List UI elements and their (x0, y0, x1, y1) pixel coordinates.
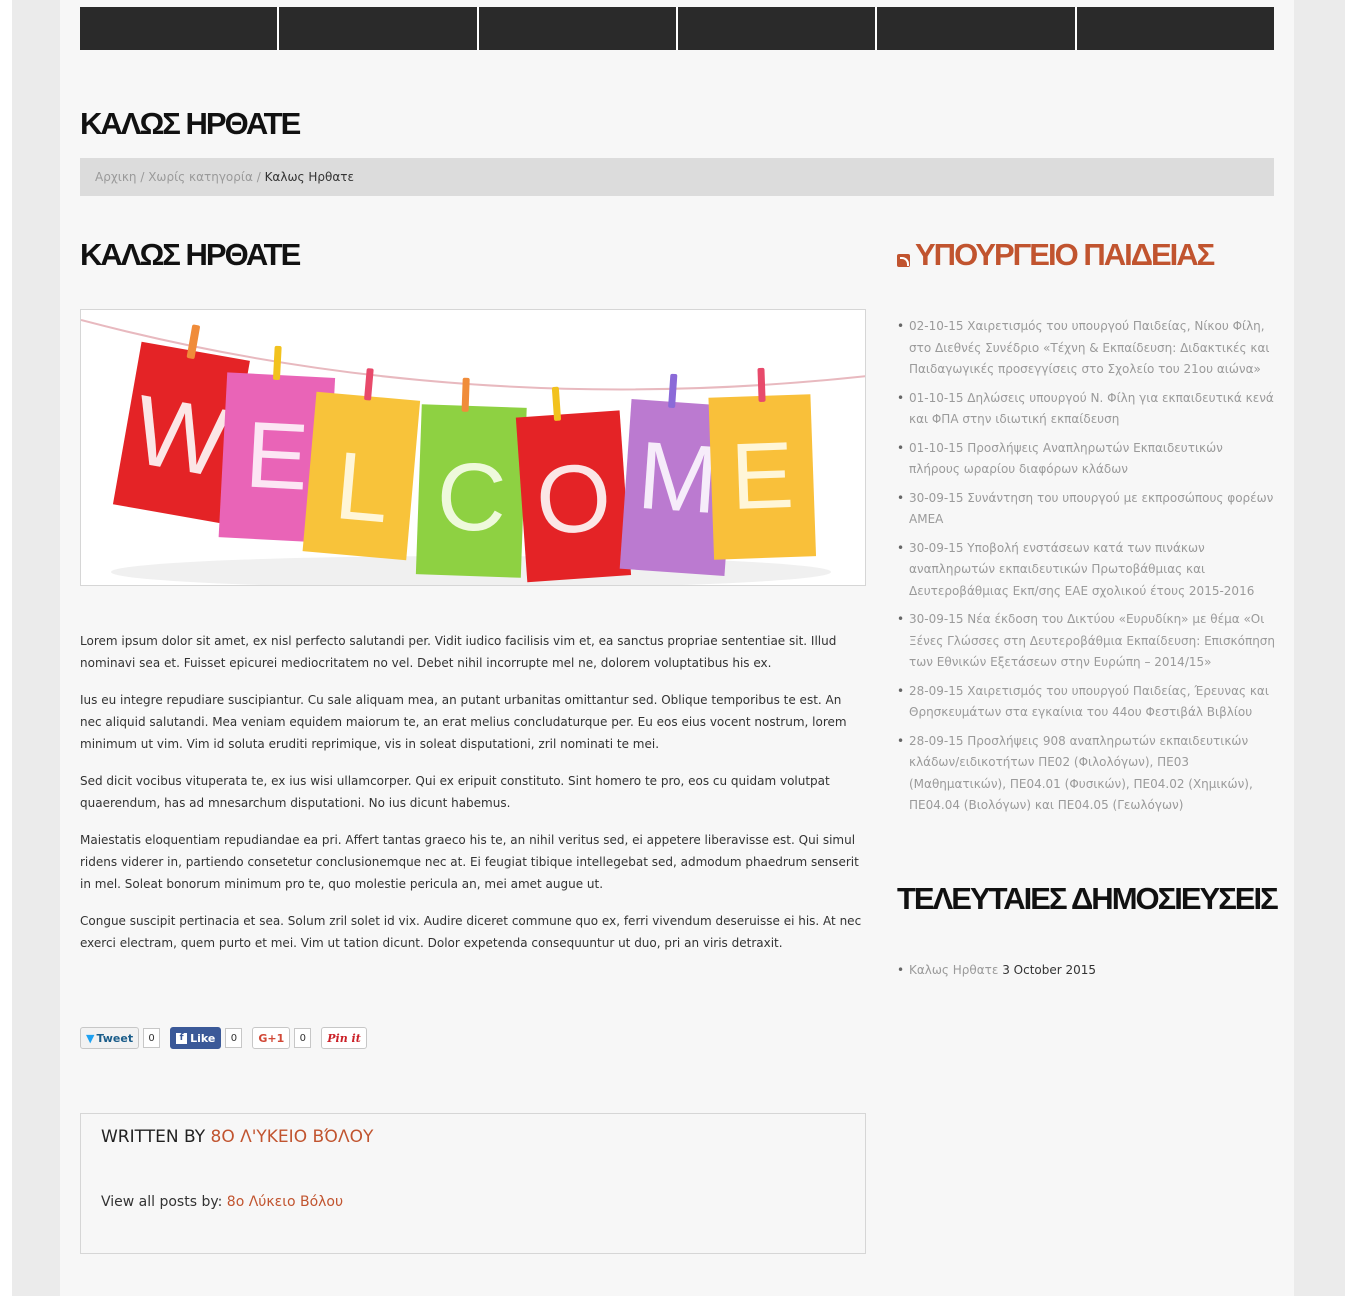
banner-letter-m: M (635, 422, 722, 534)
post-title: ΚΑΛΩΣ ΗΡΘΑΤΕ (80, 237, 301, 272)
post-paragraph: Sed dicit vocibus vituperata te, ex ius … (80, 774, 830, 810)
twitter-icon: ▼ (86, 1031, 95, 1045)
like-count: 0 (225, 1028, 243, 1048)
author-name-link[interactable]: 8Ο Λ'ΥΚΕΙΟ ΒΌΛΟΥ (211, 1127, 374, 1147)
google-plus-button[interactable]: G+1 (252, 1027, 291, 1049)
banner-letter-l: L (331, 432, 394, 543)
like-label: Like (190, 1031, 216, 1045)
post-paragraph: Maiestatis eloquentiam repudiandae ea pr… (80, 833, 859, 891)
gplus-label: G+1 (258, 1031, 285, 1045)
author-heading: WRITTEN BY 8Ο Λ'ΥΚΕΙΟ ΒΌΛΟΥ (101, 1127, 373, 1147)
tweet-count: 0 (143, 1028, 161, 1048)
banner-letter-o: O (533, 443, 615, 555)
feed-item[interactable]: 30-09-15 Συνάντηση του υπουργού με εκπρο… (897, 488, 1277, 531)
nav-item-1[interactable] (80, 7, 280, 50)
nav-item-6[interactable] (1076, 7, 1274, 50)
feed-item[interactable]: 02-10-15 Χαιρετισμός του υπουργού Παιδεί… (897, 316, 1277, 381)
recent-post-item: Καλως Ηρθατε 3 October 2015 (897, 960, 1096, 980)
tweet-label: Tweet (96, 1031, 134, 1045)
recent-posts-title: ΤΕΛΕΥΤΑΙΕΣ ΔΗΜΟΣΙΕΥΣΕΙΣ (897, 881, 1279, 916)
welcome-banner-image: W E L C O M E (81, 310, 865, 585)
nav-item-5[interactable] (877, 7, 1077, 50)
feed-item[interactable]: 01-10-15 Προσλήψεις Αναπληρωτών Εκπαιδευ… (897, 438, 1277, 481)
breadcrumb-current: Καλως Ηρθατε (264, 170, 354, 184)
feed-item[interactable]: 28-09-15 Χαιρετισμός του υπουργού Παιδεί… (897, 681, 1277, 724)
view-all-label: View all posts by: (101, 1194, 223, 1210)
author-box: WRITTEN BY 8Ο Λ'ΥΚΕΙΟ ΒΌΛΟΥ View all pos… (80, 1113, 866, 1254)
breadcrumb-home-link[interactable]: Αρχικη (95, 170, 137, 184)
feed-item[interactable]: 30-09-15 Υποβολή ενστάσεων κατά των πινά… (897, 538, 1277, 603)
post-paragraph: Ius eu integre repudiare suscipiantur. C… (80, 693, 847, 751)
main-navigation (80, 7, 1274, 50)
banner-letter-w: W (126, 374, 237, 498)
facebook-like-button[interactable]: f Like (170, 1027, 222, 1049)
post-content: Lorem ipsum dolor sit amet, ex nisl perf… (80, 630, 866, 969)
rss-icon[interactable] (897, 253, 910, 267)
banner-letter-e1: E (243, 401, 311, 509)
pin-label: Pin it (327, 1031, 361, 1045)
nav-item-2[interactable] (279, 7, 479, 50)
nav-item-4[interactable] (677, 7, 878, 50)
breadcrumb-category-link[interactable]: Χωρίς κατηγορία (148, 170, 253, 184)
ministry-feed-list: 02-10-15 Χαιρετισμός του υπουργού Παιδεί… (897, 316, 1277, 824)
page-title: ΚΑΛΩΣ ΗΡΘΑΤΕ (80, 106, 301, 141)
feed-item[interactable]: 01-10-15 Δηλώσεις υπουργού Ν. Φίλη για ε… (897, 388, 1277, 431)
pinterest-button[interactable]: Pin it (321, 1027, 367, 1049)
recent-posts-list: Καλως Ηρθατε 3 October 2015 (897, 960, 1096, 980)
facebook-icon: f (176, 1032, 188, 1044)
featured-image: W E L C O M E (80, 309, 866, 586)
share-buttons: ▼ Tweet 0 f Like 0 G+1 0 Pin it (80, 1027, 367, 1049)
feed-item[interactable]: 30-09-15 Νέα έκδοση του Δικτύου «Ευρυδίκ… (897, 609, 1277, 674)
written-by-label: WRITTEN BY (101, 1127, 206, 1147)
view-all-posts: View all posts by: 8ο Λύκειο Βόλου (101, 1194, 343, 1210)
post-paragraph: Lorem ipsum dolor sit amet, ex nisl perf… (80, 634, 837, 670)
tweet-button[interactable]: ▼ Tweet (80, 1027, 140, 1049)
post-paragraph: Congue suscipit pertinacia et sea. Solum… (80, 914, 862, 950)
recent-post-link[interactable]: Καλως Ηρθατε (909, 963, 998, 977)
banner-letter-c: C (435, 443, 508, 552)
recent-post-date: 3 October 2015 (1002, 963, 1097, 977)
breadcrumb: Αρχικη / Χωρίς κατηγορία / Καλως Ηρθατε (80, 158, 1274, 196)
ministry-feed-title: ΥΠΟΥΡΓΕΙΟ ΠΑΙΔΕΙΑΣ (897, 237, 1215, 273)
breadcrumb-separator: / (256, 170, 261, 184)
nav-item-3[interactable] (478, 7, 678, 50)
breadcrumb-separator: / (140, 170, 145, 184)
ministry-title-text[interactable]: ΥΠΟΥΡΓΕΙΟ ΠΑΙΔΕΙΑΣ (915, 237, 1215, 273)
view-all-posts-link[interactable]: 8ο Λύκειο Βόλου (227, 1194, 343, 1210)
feed-item[interactable]: 28-09-15 Προσλήψεις 908 αναπληρωτών εκπα… (897, 731, 1277, 817)
banner-letter-e2: E (729, 422, 795, 529)
gplus-count: 0 (294, 1028, 312, 1048)
